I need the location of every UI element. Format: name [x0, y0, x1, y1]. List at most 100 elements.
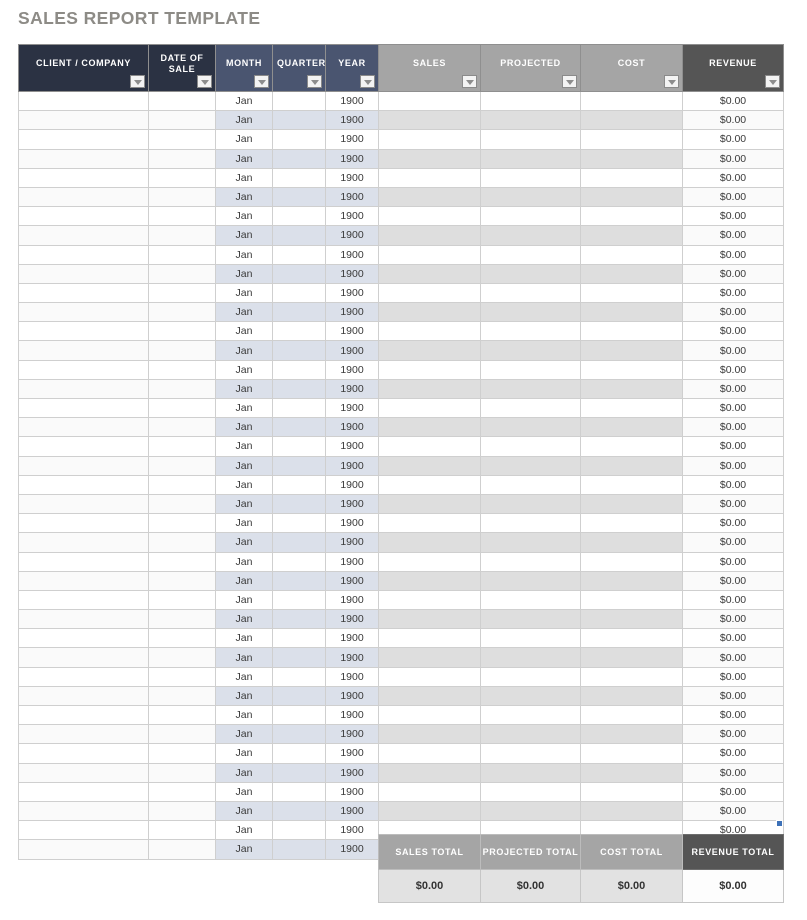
cell-quarter[interactable]	[272, 724, 326, 745]
cell-cost[interactable]	[580, 532, 683, 553]
cell-revenue[interactable]: $0.00	[682, 762, 784, 783]
cell-year[interactable]: 1900	[325, 839, 379, 860]
cell-projected[interactable]	[480, 609, 581, 630]
cell-quarter[interactable]	[272, 685, 326, 707]
fill-handle[interactable]	[776, 820, 783, 827]
cell-month[interactable]: Jan	[215, 206, 273, 227]
cell-cost[interactable]	[580, 110, 683, 131]
cell-projected[interactable]	[480, 589, 581, 611]
cell-sales[interactable]	[378, 685, 481, 707]
cell-year[interactable]: 1900	[325, 110, 379, 131]
cell-client[interactable]	[18, 589, 149, 611]
cell-quarter[interactable]	[272, 493, 326, 515]
cell-year[interactable]: 1900	[325, 302, 379, 323]
cell-quarter[interactable]	[272, 743, 326, 764]
cell-year[interactable]: 1900	[325, 724, 379, 745]
cell-client[interactable]	[18, 397, 149, 419]
cell-date_of_sale[interactable]	[148, 781, 216, 802]
cell-revenue[interactable]: $0.00	[682, 781, 784, 802]
cell-year[interactable]: 1900	[325, 129, 379, 150]
cell-sales[interactable]	[378, 609, 481, 630]
cell-quarter[interactable]	[272, 436, 326, 457]
cell-cost[interactable]	[580, 186, 683, 208]
cell-year[interactable]: 1900	[325, 800, 379, 822]
cell-revenue[interactable]: $0.00	[682, 743, 784, 764]
cell-revenue[interactable]: $0.00	[682, 225, 784, 246]
cell-month[interactable]: Jan	[215, 666, 273, 687]
cell-sales[interactable]	[378, 225, 481, 246]
cell-revenue[interactable]: $0.00	[682, 397, 784, 419]
cell-client[interactable]	[18, 378, 149, 400]
cell-sales[interactable]	[378, 302, 481, 323]
cell-revenue[interactable]: $0.00	[682, 609, 784, 630]
cell-revenue[interactable]: $0.00	[682, 589, 784, 611]
cell-date_of_sale[interactable]	[148, 378, 216, 400]
cell-year[interactable]: 1900	[325, 206, 379, 227]
cell-quarter[interactable]	[272, 378, 326, 400]
cell-month[interactable]: Jan	[215, 820, 273, 841]
cell-cost[interactable]	[580, 724, 683, 745]
cell-date_of_sale[interactable]	[148, 513, 216, 534]
cell-projected[interactable]	[480, 321, 581, 342]
cell-client[interactable]	[18, 417, 149, 438]
cell-revenue[interactable]: $0.00	[682, 474, 784, 495]
cell-projected[interactable]	[480, 302, 581, 323]
cell-cost[interactable]	[580, 666, 683, 687]
cell-sales[interactable]	[378, 551, 481, 572]
cell-client[interactable]	[18, 820, 149, 841]
cell-year[interactable]: 1900	[325, 820, 379, 841]
filter-projected-chevron-down-icon[interactable]	[562, 75, 577, 88]
cell-quarter[interactable]	[272, 551, 326, 572]
cell-client[interactable]	[18, 225, 149, 246]
cell-projected[interactable]	[480, 90, 581, 112]
cell-quarter[interactable]	[272, 206, 326, 227]
cell-cost[interactable]	[580, 609, 683, 630]
cell-revenue[interactable]: $0.00	[682, 436, 784, 457]
cell-month[interactable]: Jan	[215, 455, 273, 476]
cell-cost[interactable]	[580, 129, 683, 150]
cell-quarter[interactable]	[272, 321, 326, 342]
cell-date_of_sale[interactable]	[148, 647, 216, 668]
cell-quarter[interactable]	[272, 244, 326, 265]
cell-month[interactable]: Jan	[215, 167, 273, 188]
cell-client[interactable]	[18, 340, 149, 361]
cell-sales[interactable]	[378, 148, 481, 169]
cell-cost[interactable]	[580, 321, 683, 342]
cell-client[interactable]	[18, 455, 149, 476]
cell-projected[interactable]	[480, 628, 581, 649]
cell-year[interactable]: 1900	[325, 321, 379, 342]
cell-quarter[interactable]	[272, 417, 326, 438]
cell-date_of_sale[interactable]	[148, 244, 216, 265]
cell-revenue[interactable]: $0.00	[682, 359, 784, 380]
cell-client[interactable]	[18, 532, 149, 553]
cell-projected[interactable]	[480, 762, 581, 783]
cell-revenue[interactable]: $0.00	[682, 263, 784, 284]
cell-sales[interactable]	[378, 397, 481, 419]
cell-revenue[interactable]: $0.00	[682, 90, 784, 112]
cell-year[interactable]: 1900	[325, 513, 379, 534]
cell-projected[interactable]	[480, 704, 581, 726]
cell-cost[interactable]	[580, 302, 683, 323]
cell-client[interactable]	[18, 609, 149, 630]
cell-projected[interactable]	[480, 186, 581, 208]
cell-year[interactable]: 1900	[325, 781, 379, 802]
cell-sales[interactable]	[378, 378, 481, 400]
cell-sales[interactable]	[378, 340, 481, 361]
cell-quarter[interactable]	[272, 532, 326, 553]
cell-date_of_sale[interactable]	[148, 206, 216, 227]
cell-month[interactable]: Jan	[215, 609, 273, 630]
cell-quarter[interactable]	[272, 781, 326, 802]
cell-year[interactable]: 1900	[325, 167, 379, 188]
cell-month[interactable]: Jan	[215, 110, 273, 131]
cell-year[interactable]: 1900	[325, 359, 379, 380]
cell-month[interactable]: Jan	[215, 321, 273, 342]
cell-client[interactable]	[18, 436, 149, 457]
cell-cost[interactable]	[580, 282, 683, 304]
cell-projected[interactable]	[480, 282, 581, 304]
cell-cost[interactable]	[580, 685, 683, 707]
cell-client[interactable]	[18, 148, 149, 169]
totals-value-cell[interactable]: $0.00	[480, 869, 581, 903]
cell-year[interactable]: 1900	[325, 551, 379, 572]
cell-cost[interactable]	[580, 647, 683, 668]
cell-revenue[interactable]: $0.00	[682, 800, 784, 822]
